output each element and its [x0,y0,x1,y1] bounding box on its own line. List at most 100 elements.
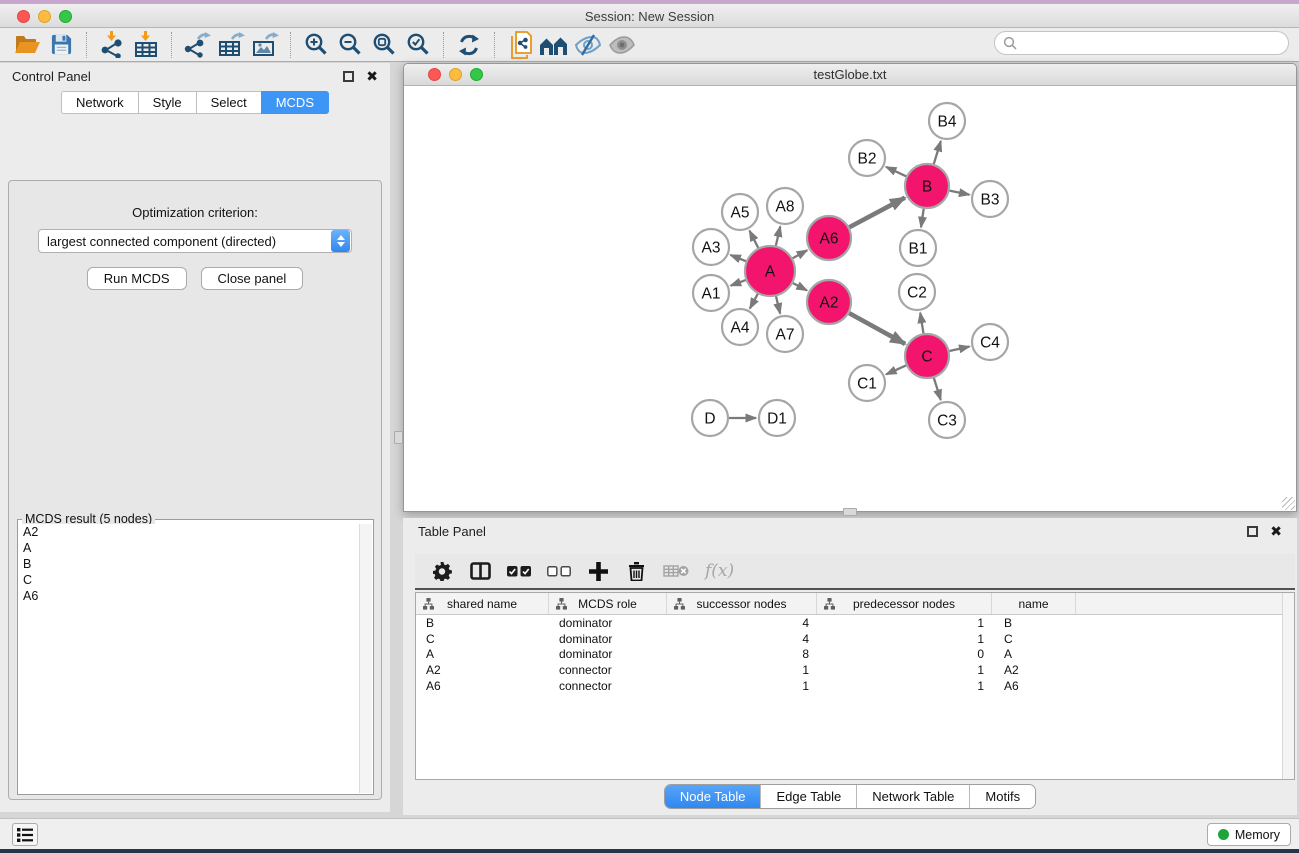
search-input[interactable] [1017,34,1288,52]
edge-C-C3[interactable] [934,378,941,400]
cell-predecessor-nodes[interactable]: 1 [817,679,992,693]
deselect-all-rows-icon[interactable] [547,558,571,584]
export-network-icon[interactable] [180,30,214,60]
cell-predecessor-nodes[interactable]: 1 [817,616,992,630]
table-settings-icon[interactable] [431,558,453,584]
table-row-C[interactable]: Cdominator41C [416,631,1294,647]
refresh-layout-icon[interactable] [452,30,486,60]
tab-style[interactable]: Style [138,91,196,114]
column-header-shared-name[interactable]: shared name [416,593,549,614]
tab-mcds[interactable]: MCDS [261,91,329,114]
cell-mcds-role[interactable]: connector [549,679,667,693]
import-table-icon[interactable] [129,30,163,60]
cell-shared-name[interactable]: A [416,647,549,661]
cell-mcds-role[interactable]: connector [549,663,667,677]
select-all-rows-icon[interactable] [507,558,531,584]
network-from-file-icon[interactable] [503,30,537,60]
cell-shared-name[interactable]: B [416,616,549,630]
edge-C-C4[interactable] [949,347,969,351]
edge-A-A8[interactable] [776,226,780,245]
window-resize-grip[interactable] [1282,497,1295,510]
cell-name[interactable]: A2 [992,663,1076,677]
cell-successor-nodes[interactable]: 4 [667,616,817,630]
tab-motifs[interactable]: Motifs [970,785,1035,808]
edge-C-C1[interactable] [886,365,906,374]
edge-A2-C[interactable] [849,313,905,344]
network-graph[interactable]: AA6A2BCA5A8A3A1A4A7B2B4B3B1C2C4C1C3DD1 [404,86,1296,511]
edge-A-A2[interactable] [793,283,807,290]
mcds-result-list[interactable]: A2ABCA6 [19,524,358,793]
close-panel-icon[interactable]: ✖ [366,69,378,83]
close-table-panel-icon[interactable]: ✖ [1270,524,1282,538]
hide-graphics-details-icon[interactable] [571,30,605,60]
edge-B-B4[interactable] [934,141,941,164]
zoom-in-icon[interactable] [299,30,333,60]
cell-mcds-role[interactable]: dominator [549,616,667,630]
export-table-icon[interactable] [214,30,248,60]
mcds-result-item[interactable]: A2 [19,524,358,540]
mcds-result-scrollbar[interactable] [359,524,372,793]
tab-node-table[interactable]: Node Table [665,785,762,808]
mcds-result-item[interactable]: A6 [19,588,358,604]
edge-A6-B[interactable] [849,198,905,228]
close-panel-button[interactable]: Close panel [201,267,304,290]
tab-network-table[interactable]: Network Table [857,785,970,808]
apply-function-icon[interactable]: f(x) [705,558,734,584]
export-image-icon[interactable] [248,30,282,60]
cell-name[interactable]: C [992,632,1076,646]
float-table-panel-icon[interactable] [1247,526,1258,537]
column-header-successor-nodes[interactable]: successor nodes [667,593,817,614]
table-row-A2[interactable]: A2connector11A2 [416,662,1294,678]
cell-predecessor-nodes[interactable]: 0 [817,647,992,661]
open-session-icon[interactable] [10,30,44,60]
cell-shared-name[interactable]: A6 [416,679,549,693]
zoom-out-icon[interactable] [333,30,367,60]
table-row-A[interactable]: Adominator80A [416,647,1294,663]
mcds-result-item[interactable]: A [19,540,358,556]
tab-edge-table[interactable]: Edge Table [761,785,857,808]
network-canvas[interactable]: AA6A2BCA5A8A3A1A4A7B2B4B3B1C2C4C1C3DD1 [404,86,1296,511]
show-columns-icon[interactable] [469,558,491,584]
cell-shared-name[interactable]: A2 [416,663,549,677]
edge-B-B3[interactable] [950,191,970,195]
search-box[interactable] [994,31,1289,55]
column-header-mcds-role[interactable]: MCDS role [549,593,667,614]
cell-successor-nodes[interactable]: 1 [667,663,817,677]
mcds-result-item[interactable]: B [19,556,358,572]
cell-name[interactable]: A [992,647,1076,661]
cell-successor-nodes[interactable]: 8 [667,647,817,661]
edge-B-B2[interactable] [886,167,906,176]
split-divider-handle[interactable] [843,508,857,516]
cell-successor-nodes[interactable]: 1 [667,679,817,693]
edge-A-A4[interactable] [750,294,758,309]
mcds-result-item[interactable]: C [19,572,358,588]
network-window-titlebar[interactable]: testGlobe.txt [404,64,1296,86]
zoom-selected-icon[interactable] [401,30,435,60]
column-header-predecessor-nodes[interactable]: predecessor nodes [817,593,992,614]
edge-A-A5[interactable] [750,231,759,248]
cell-predecessor-nodes[interactable]: 1 [817,632,992,646]
cell-name[interactable]: B [992,616,1076,630]
edge-A-A1[interactable] [731,280,746,286]
table-scrollbar[interactable] [1282,593,1294,779]
edge-A-A3[interactable] [730,255,745,261]
tab-network[interactable]: Network [61,91,138,114]
memory-button[interactable]: Memory [1207,823,1291,846]
add-row-icon[interactable] [587,558,609,584]
cell-successor-nodes[interactable]: 4 [667,632,817,646]
cell-name[interactable]: A6 [992,679,1076,693]
import-network-icon[interactable] [95,30,129,60]
tab-select[interactable]: Select [196,91,261,114]
criterion-select[interactable]: largest connected component (directed) [38,229,352,253]
edge-B-B1[interactable] [921,209,924,227]
edge-A-A6[interactable] [793,250,807,258]
first-neighbors-icon[interactable] [537,30,571,60]
cell-predecessor-nodes[interactable]: 1 [817,663,992,677]
task-history-button[interactable] [12,823,38,846]
table-row-A6[interactable]: A6connector11A6 [416,678,1294,694]
split-divider-handle[interactable] [394,431,403,444]
delete-table-icon[interactable] [663,558,689,584]
table-row-B[interactable]: Bdominator41B [416,615,1294,631]
cell-shared-name[interactable]: C [416,632,549,646]
edge-A-A7[interactable] [776,296,780,313]
